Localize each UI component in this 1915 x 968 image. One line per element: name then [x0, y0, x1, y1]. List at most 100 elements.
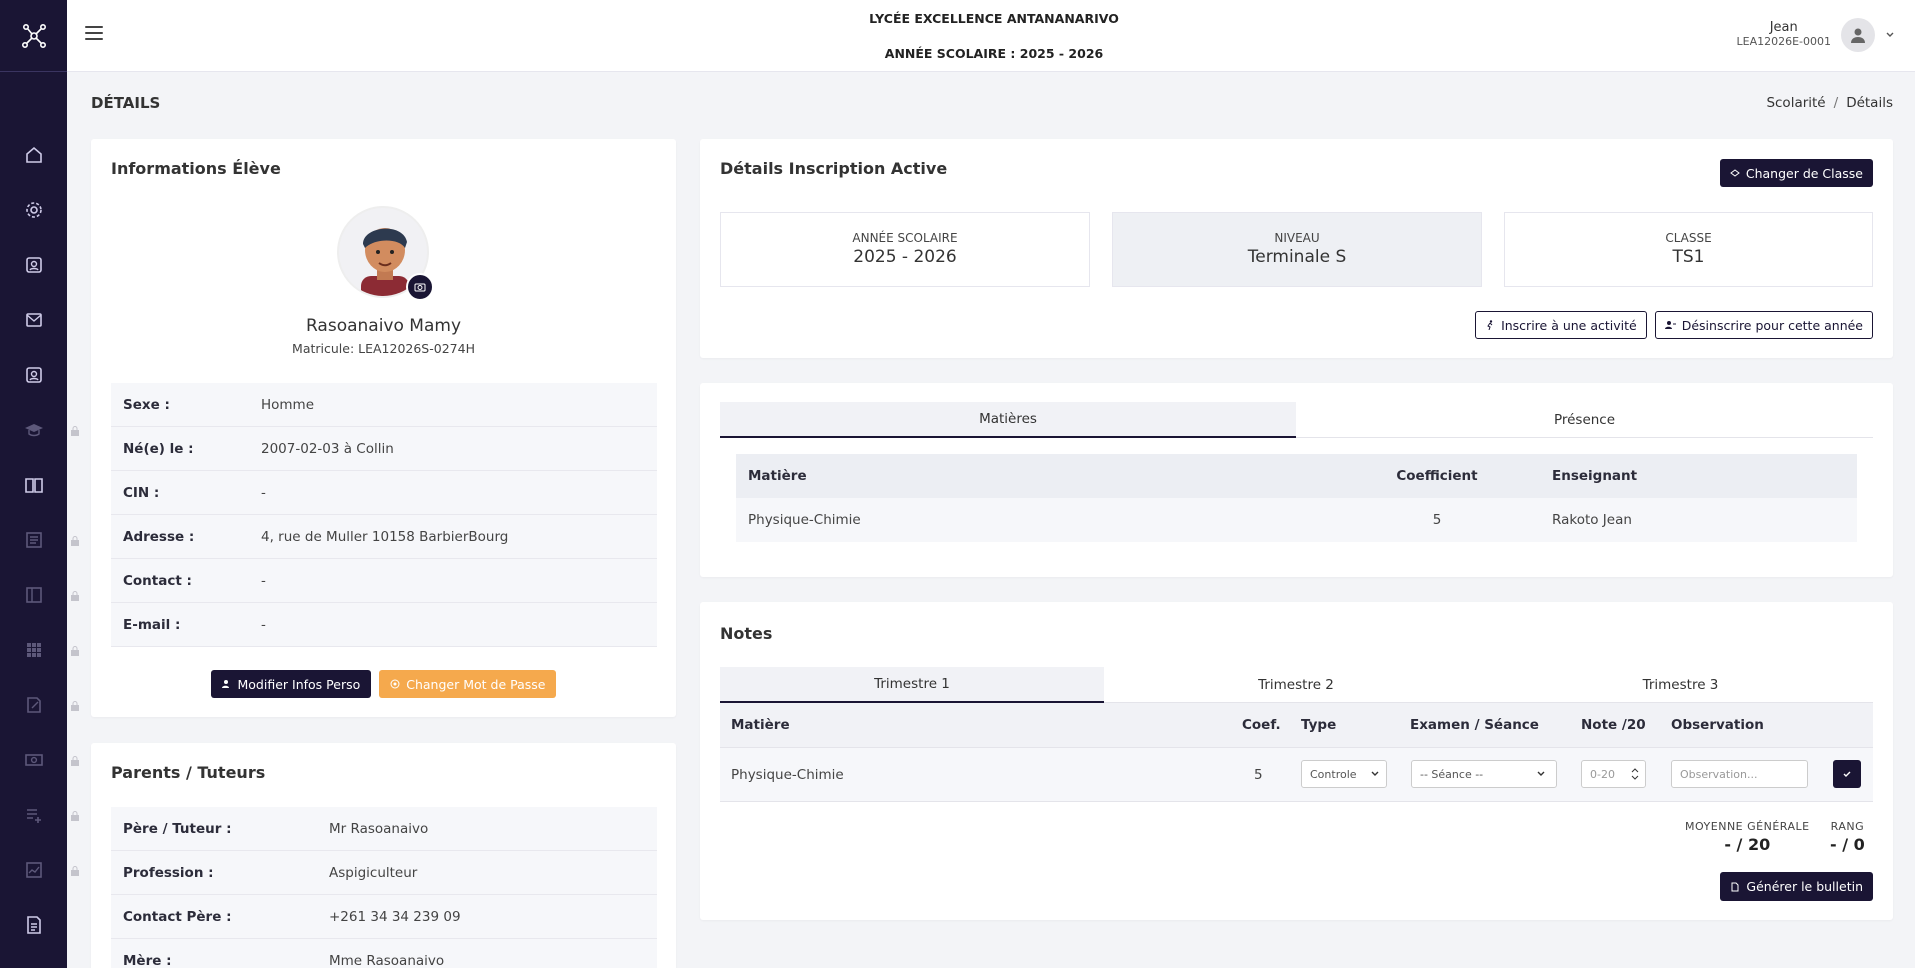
sidebar-item-home[interactable] — [0, 140, 67, 170]
sidebar-item-apps[interactable] — [0, 635, 67, 665]
hamburger-icon — [85, 26, 103, 28]
sidebar-item-graduation[interactable] — [0, 415, 67, 445]
subjects-card: Matières Présence Matière Coefficient En… — [700, 383, 1893, 577]
trimester-tabs: Trimestre 1 Trimestre 2 Trimestre 3 — [720, 667, 1873, 703]
average-value: - / 20 — [1724, 835, 1771, 854]
notes-card-title: Notes — [720, 624, 773, 643]
money-icon — [24, 754, 43, 766]
change-class-button[interactable]: Changer de Classe — [1719, 159, 1873, 187]
menu-toggle-button[interactable] — [85, 26, 103, 42]
table-row: Physique-Chimie 5 Controle -- Séance -- … — [720, 748, 1873, 802]
rank-value: - / 0 — [1830, 835, 1865, 854]
lock-icon — [71, 811, 79, 821]
breadcrumb-separator: / — [1833, 95, 1839, 111]
change-photo-button[interactable] — [406, 273, 434, 301]
panel-icon — [25, 587, 42, 603]
page-title: DÉTAILS — [91, 94, 161, 112]
sidebar-item-profile[interactable] — [0, 250, 67, 280]
note-input[interactable]: 0-20 — [1581, 760, 1646, 788]
school-year: ANNÉE SCOLAIRE : 2025 - 2026 — [884, 46, 1104, 61]
lock-icon — [71, 426, 79, 436]
sidebar-item-reports[interactable] — [0, 910, 67, 940]
graduation-cap-icon — [24, 424, 43, 437]
stat-level: NIVEAU Terminale S — [1112, 212, 1482, 287]
sidebar-item-library[interactable] — [0, 470, 67, 500]
check-icon — [1843, 771, 1851, 777]
stepper-icon — [1631, 768, 1639, 780]
register-activity-button[interactable]: Inscrire à une activité — [1475, 311, 1647, 339]
sidebar-item-students[interactable] — [0, 360, 67, 390]
breadcrumb-item-scolarite[interactable]: Scolarité — [1766, 95, 1825, 111]
exam-select[interactable]: -- Séance -- — [1411, 760, 1557, 788]
change-password-button[interactable]: Changer Mot de Passe — [379, 670, 557, 698]
chevron-down-icon — [1537, 771, 1545, 776]
document-icon — [1731, 882, 1739, 891]
sidebar-item-settings[interactable] — [0, 195, 67, 225]
sidebar-item-messages[interactable] — [0, 305, 67, 335]
lock-icon — [71, 866, 79, 876]
table-header-row: Matière Coefficient Enseignant — [736, 454, 1857, 498]
stat-school-year: ANNÉE SCOLAIRE 2025 - 2026 — [720, 212, 1090, 287]
user-edit-icon — [221, 680, 229, 688]
lock-icon — [71, 536, 79, 546]
save-note-button[interactable] — [1833, 760, 1861, 788]
unregister-year-button[interactable]: Désinscrire pour cette année — [1654, 311, 1873, 339]
sidebar-item-stats[interactable] — [0, 855, 67, 885]
student-card-title: Informations Élève — [111, 159, 281, 178]
network-logo-icon — [21, 23, 46, 48]
sidebar-item-panel[interactable] — [0, 580, 67, 610]
user-remove-icon — [1664, 321, 1676, 329]
info-row-sexe: Sexe : Homme — [111, 383, 657, 427]
breadcrumb-item-details: Détails — [1846, 95, 1893, 111]
rank-label: RANG — [1830, 820, 1865, 833]
user-icon — [1851, 28, 1865, 43]
camera-icon — [414, 283, 426, 292]
tab-presence[interactable]: Présence — [1296, 402, 1873, 438]
notes-card: Notes Trimestre 1 Trimestre 2 Trimestre … — [700, 602, 1893, 920]
gear-icon — [25, 202, 42, 218]
user-menu[interactable]: Jean LEA12026E-0001 — [1736, 18, 1895, 52]
sidebar-item-payments[interactable] — [0, 745, 67, 775]
avatar[interactable] — [1841, 18, 1875, 52]
tab-trimestre-1[interactable]: Trimestre 1 — [720, 667, 1104, 703]
info-row-cin: CIN :- — [111, 471, 657, 515]
tab-trimestre-2[interactable]: Trimestre 2 — [1104, 667, 1488, 703]
info-row-address: Adresse :4, rue de Muller 10158 BarbierB… — [111, 515, 657, 559]
parent-row-father-contact: Contact Père : +261 34 34 239 09 — [111, 895, 657, 939]
parent-row-father: Père / Tuteur : Mr Rasoanaivo — [111, 807, 657, 851]
lock-icon — [71, 701, 79, 711]
chart-line-icon — [25, 862, 42, 878]
inscription-card-title: Détails Inscription Active — [720, 159, 948, 178]
school-name: LYCÉE EXCELLENCE ANTANANARIVO — [869, 11, 1119, 26]
parent-row-mother: Mère : Mme Rasoanaivo — [111, 939, 657, 968]
stat-class: CLASSE TS1 — [1504, 212, 1873, 287]
id-card-icon — [25, 257, 42, 273]
student-info-card: Informations Élève Rasoanaivo Mamy Matri… — [91, 139, 676, 717]
swap-icon — [1730, 169, 1740, 177]
sidebar-item-documents[interactable] — [0, 525, 67, 555]
grid-icon — [26, 643, 41, 657]
edit-personal-info-button[interactable]: Modifier Infos Perso — [210, 670, 372, 698]
breadcrumb: Scolarité / Détails — [1766, 95, 1893, 111]
generate-bulletin-button[interactable]: Générer le bulletin — [1720, 872, 1873, 901]
tab-matieres[interactable]: Matières — [720, 402, 1296, 438]
home-icon — [25, 146, 42, 163]
student-info-list: Sexe : Homme Né(e) le :2007-02-03 à Colli… — [111, 383, 657, 647]
run-icon — [1487, 320, 1493, 330]
tab-trimestre-3[interactable]: Trimestre 3 — [1488, 667, 1873, 703]
average-block: MOYENNE GÉNÉRALE - / 20 — [1685, 820, 1810, 854]
app-logo[interactable] — [0, 0, 67, 72]
info-row-birth: Né(e) le :2007-02-03 à Collin — [111, 427, 657, 471]
parents-card: Parents / Tuteurs Père / Tuteur : Mr Raso… — [91, 743, 676, 968]
sidebar-item-notes[interactable] — [0, 690, 67, 720]
sidebar-item-playlist[interactable] — [0, 800, 67, 830]
lock-icon — [71, 591, 79, 601]
book-icon — [24, 478, 43, 493]
student-name: Rasoanaivo Mamy — [305, 316, 462, 336]
user-name: Jean — [1769, 20, 1798, 35]
type-select[interactable]: Controle — [1301, 760, 1387, 788]
observation-input[interactable]: Observation... — [1671, 760, 1808, 788]
user-id: LEA12026E-0001 — [1736, 35, 1831, 48]
rank-block: RANG - / 0 — [1830, 820, 1865, 854]
document-list-icon — [25, 532, 42, 548]
